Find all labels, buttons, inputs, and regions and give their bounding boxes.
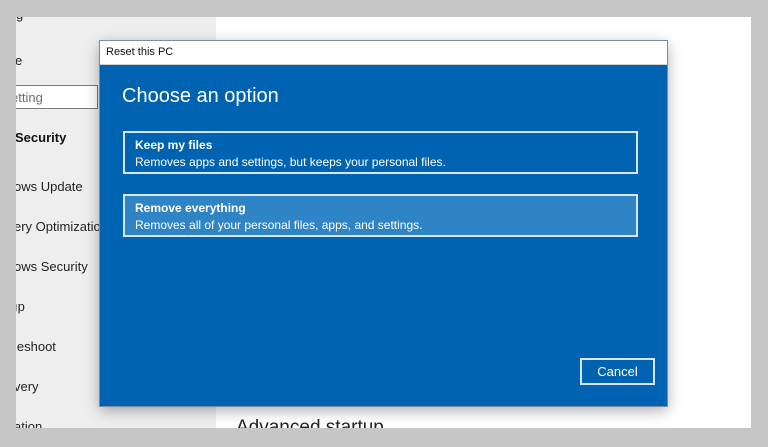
sidebar-item-windows-update[interactable]: ows Update xyxy=(16,179,83,194)
sidebar-section-heading: Security xyxy=(16,130,67,145)
sidebar-cut-label: g xyxy=(16,17,23,22)
reset-pc-dialog: Reset this PC Choose an option Keep my f… xyxy=(100,41,667,406)
dialog-titlebar[interactable]: Reset this PC xyxy=(100,41,667,65)
cancel-button[interactable]: Cancel xyxy=(580,358,655,385)
remove-everything-option[interactable]: Remove everything Removes all of your pe… xyxy=(123,194,638,237)
option-description: Removes all of your personal files, apps… xyxy=(135,218,423,232)
sidebar-item-recovery[interactable]: very xyxy=(16,379,39,394)
option-title: Keep my files xyxy=(135,138,213,152)
sidebar-item-activation[interactable]: ation xyxy=(16,419,42,428)
search-placeholder: etting xyxy=(16,90,43,105)
sidebar-item-backup[interactable]: ıp xyxy=(16,299,25,314)
option-description: Removes apps and settings, but keeps you… xyxy=(135,155,446,169)
dialog-heading: Choose an option xyxy=(122,85,279,107)
sidebar-item-troubleshoot[interactable]: leshoot xyxy=(16,339,56,354)
dialog-title: Reset this PC xyxy=(106,46,174,58)
sidebar-item-home[interactable]: e xyxy=(16,53,22,68)
sidebar-item-delivery-optimization[interactable]: ery Optimization xyxy=(16,219,108,234)
option-title: Remove everything xyxy=(135,201,246,215)
find-setting-input[interactable]: etting xyxy=(16,85,98,109)
keep-my-files-option[interactable]: Keep my files Removes apps and settings,… xyxy=(123,131,638,174)
sidebar-item-windows-security[interactable]: ows Security xyxy=(16,259,88,274)
advanced-startup-heading: Advanced startup xyxy=(236,417,384,428)
